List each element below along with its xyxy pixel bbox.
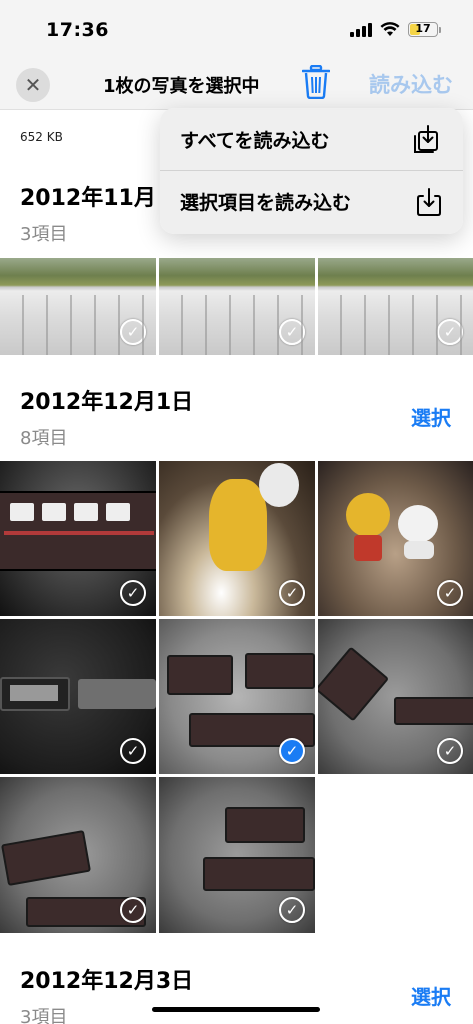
photo-grid-1: ✓ ✓ ✓	[0, 258, 473, 355]
check-circle-icon[interactable]: ✓	[120, 738, 146, 764]
photo-thumbnail[interactable]: ✓	[318, 619, 473, 774]
check-circle-icon[interactable]: ✓	[437, 580, 463, 606]
page-title: 1枚の写真を選択中	[103, 76, 260, 97]
photo-thumbnail[interactable]: ✓	[0, 258, 156, 355]
check-circle-icon[interactable]: ✓	[279, 319, 305, 345]
menu-item-import-selected[interactable]: 選択項目を読み込む	[160, 170, 463, 232]
cellular-signal-icon	[350, 22, 372, 37]
photo-thumbnail[interactable]: ✓	[159, 619, 315, 774]
photo-thumbnail[interactable]: ✓	[0, 619, 156, 774]
check-circle-icon[interactable]: ✓	[437, 738, 463, 764]
section-count: 8項目	[20, 428, 68, 449]
photo-thumbnail[interactable]: ✓	[0, 777, 156, 933]
check-circle-icon[interactable]: ✓	[120, 319, 146, 345]
import-menu: すべてを読み込む 選択項目を読み込む	[160, 108, 463, 234]
battery-level: 17	[415, 22, 431, 35]
check-circle-icon[interactable]: ✓	[120, 580, 146, 606]
check-circle-icon[interactable]: ✓	[279, 897, 305, 923]
check-circle-icon[interactable]: ✓	[279, 580, 305, 606]
close-button[interactable]: ✕	[16, 68, 50, 102]
battery-icon: 17	[408, 22, 438, 37]
select-button-section-2[interactable]: 選択	[411, 402, 451, 431]
photo-grid-2: ✓ ✓ ✓ ✓ ✓ ✓ ✓ ✓	[0, 461, 473, 933]
status-time: 17:36	[46, 19, 109, 41]
nav-bar: ✕ 1枚の写真を選択中 読み込む	[0, 56, 473, 110]
check-circle-icon[interactable]: ✓	[437, 319, 463, 345]
import-all-icon	[414, 125, 438, 153]
delete-button[interactable]	[298, 62, 334, 102]
menu-item-label: すべてを読み込む	[180, 129, 330, 152]
check-circle-icon[interactable]: ✓	[120, 897, 146, 923]
section-header-2: 2012年12月1日 8項目	[20, 384, 460, 450]
status-icons: 17	[350, 22, 441, 37]
import-selected-icon	[417, 188, 441, 216]
file-size-label: 652 KB	[20, 130, 63, 144]
select-button-section-3[interactable]: 選択	[411, 981, 451, 1010]
section-header-3: 2012年12月3日 3項目	[20, 963, 460, 1024]
photo-thumbnail[interactable]: ✓	[159, 461, 315, 616]
photo-thumbnail[interactable]: ✓	[159, 777, 315, 933]
section-date: 2012年12月1日	[20, 390, 194, 415]
close-icon: ✕	[24, 73, 42, 97]
import-button[interactable]: 読み込む	[369, 69, 453, 99]
home-indicator[interactable]	[152, 1007, 320, 1012]
trash-icon	[302, 65, 330, 99]
check-circle-icon[interactable]: ✓	[279, 738, 305, 764]
photo-thumbnail[interactable]: ✓	[318, 258, 473, 355]
photo-thumbnail[interactable]: ✓	[0, 461, 156, 616]
menu-item-label: 選択項目を読み込む	[180, 192, 352, 214]
wifi-icon	[380, 22, 400, 36]
section-date: 2012年12月3日	[20, 969, 194, 994]
photo-thumbnail[interactable]: ✓	[318, 461, 473, 616]
menu-item-import-all[interactable]: すべてを読み込む	[160, 108, 463, 170]
status-bar: 17:36 17	[0, 0, 473, 56]
photo-thumbnail[interactable]: ✓	[159, 258, 315, 355]
